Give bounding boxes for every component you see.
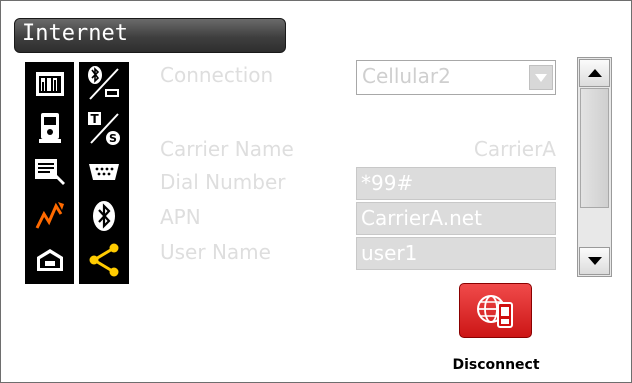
t-s-toggle-icon[interactable]: TS bbox=[79, 106, 129, 150]
connection-label: Connection bbox=[160, 63, 274, 87]
scroll-up-button[interactable] bbox=[579, 59, 610, 87]
disconnect-label: Disconnect bbox=[452, 357, 540, 373]
bluetooth-icon[interactable] bbox=[79, 194, 129, 238]
right-icon-strip: TS bbox=[79, 62, 129, 284]
svg-text:T: T bbox=[91, 112, 100, 126]
scroll-down-button[interactable] bbox=[579, 247, 610, 275]
serial-port-icon[interactable] bbox=[79, 150, 129, 194]
globe-phone-icon bbox=[476, 294, 513, 328]
instrument-icon[interactable] bbox=[25, 106, 74, 150]
dial-number-label: Dial Number bbox=[160, 170, 286, 194]
document-edit-icon[interactable] bbox=[25, 150, 74, 194]
connection-value: Cellular2 bbox=[362, 64, 451, 88]
scroll-thumb[interactable] bbox=[580, 88, 609, 208]
svg-text:S: S bbox=[109, 132, 117, 145]
user-name-field[interactable]: user1 bbox=[356, 237, 556, 270]
dial-number-field[interactable]: *99# bbox=[356, 167, 556, 200]
carrier-name-value: CarrierA bbox=[473, 137, 556, 161]
carrier-name-label: Carrier Name bbox=[160, 137, 294, 161]
left-icon-strip bbox=[25, 62, 74, 284]
connection-select[interactable]: Cellular2 bbox=[356, 60, 556, 95]
title-bar: Internet bbox=[14, 18, 286, 53]
chevron-down-icon[interactable] bbox=[529, 65, 553, 90]
signal-zigzag-icon[interactable] bbox=[25, 194, 74, 238]
window-title: Internet bbox=[22, 21, 128, 46]
apn-label: APN bbox=[160, 205, 201, 229]
user-name-label: User Name bbox=[160, 240, 271, 264]
box-tool-icon[interactable] bbox=[25, 238, 74, 282]
disconnect-button[interactable] bbox=[459, 283, 532, 338]
share-network-icon[interactable] bbox=[79, 238, 129, 282]
bluetooth-serial-icon[interactable] bbox=[79, 62, 129, 106]
settings-tabs-icon[interactable] bbox=[25, 62, 74, 106]
apn-field[interactable]: CarrierA.net bbox=[356, 202, 556, 235]
vertical-scrollbar[interactable] bbox=[577, 57, 612, 277]
